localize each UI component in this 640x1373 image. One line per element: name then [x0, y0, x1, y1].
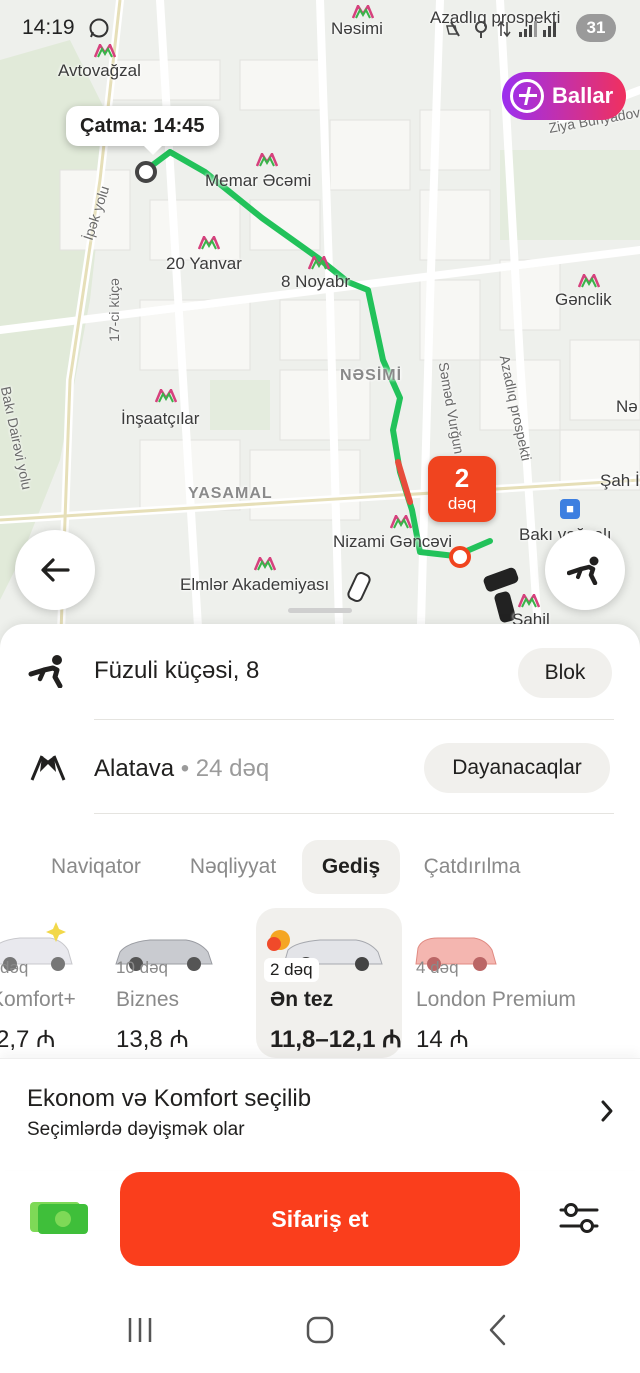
train-station-icon: ■: [560, 499, 580, 519]
settings-sliders-icon[interactable]: [558, 1200, 600, 1236]
tab-gedis[interactable]: Gediş: [302, 840, 400, 894]
divider: [94, 813, 614, 814]
destination-duration: • 24 dəq: [180, 755, 270, 782]
ballar-label: Ballar: [552, 83, 614, 108]
entrance-button[interactable]: Blok: [518, 648, 612, 698]
tab-naviqator[interactable]: Naviqator: [38, 840, 154, 894]
summary-title: Ekonom və Komfort seçilib: [27, 1085, 312, 1112]
tariff-price: 14 ₼: [416, 1026, 469, 1053]
back-nav-icon[interactable]: [478, 1310, 518, 1350]
map-label-sah: Şah İ: [600, 471, 640, 490]
chevron-right-icon: [601, 1100, 613, 1122]
signal-icons: [446, 20, 556, 38]
destination-name: Alatava: [94, 755, 175, 782]
map-label-insaatcilar: İnşaatçılar: [121, 409, 200, 428]
tab-catdirilma[interactable]: Çatdırılma: [412, 840, 532, 894]
destination-text: Alatava • 24 dəq: [94, 755, 269, 783]
destination-row[interactable]: Alatava • 24 dəq Dayanacaqlar: [0, 722, 640, 814]
tariff-time: dəq: [0, 958, 29, 977]
arrow-left-icon: [41, 558, 70, 582]
map-label-20-yanvar: 20 Yanvar: [166, 254, 242, 273]
pedestrian-icon: [567, 556, 599, 585]
tariff-time: 2 dəq: [264, 958, 319, 982]
tariff-price: 13,8 ₼: [116, 1026, 189, 1053]
map-label-genclik: Gənclik: [555, 290, 612, 309]
tariff-card-en-tez[interactable]: 2 dəq Ən tez 11,8–12,1 ₼: [256, 908, 402, 1058]
battery-indicator: 31: [576, 14, 616, 42]
order-row: Sifariş et: [0, 1170, 640, 1270]
map-label-nesimi-district: NƏSİMİ: [340, 367, 403, 384]
map-label-avtovagzal: Avtovağzal: [58, 61, 141, 80]
eta-unit: dəq: [447, 494, 477, 513]
tariff-price: 2,7 ₼: [0, 1026, 56, 1053]
pickup-address: Füzuli küçəsi, 8: [94, 657, 260, 684]
recents-icon[interactable]: [120, 1310, 160, 1350]
tariff-carousel[interactable]: dəq Komfort+ 2,7 ₼ 10 dəq Biznes 13,8 ₼ …: [0, 908, 640, 1058]
metro-icon: [390, 515, 412, 529]
pedestrian-icon: [28, 655, 63, 688]
ballar-button[interactable]: Ballar: [502, 72, 626, 120]
system-nav-bar: [0, 1290, 640, 1373]
tariff-card-komfort-plus[interactable]: dəq Komfort+ 2,7 ₼: [0, 908, 116, 1058]
metro-icon: [518, 594, 540, 608]
service-tabs: Naviqator Nəqliyyat Gediş Çatdırılma: [0, 840, 640, 894]
map-label-yasamal: YASAMAL: [188, 485, 273, 502]
map-label-ne: Nə: [616, 397, 638, 416]
metro-icon: [254, 557, 276, 571]
tab-neqliyyat[interactable]: Nəqliyyat: [176, 840, 290, 894]
cash-payment-icon[interactable]: [28, 1200, 90, 1236]
tariff-name: London Premium: [416, 988, 576, 1011]
summary-subtitle: Seçimlərdə dəyişmək olar: [27, 1119, 245, 1140]
order-button[interactable]: Sifariş et: [120, 1172, 520, 1266]
sheet-handle[interactable]: [288, 608, 352, 613]
pickup-address-row[interactable]: Füzuli küçəsi, 8 Blok: [0, 624, 640, 716]
eta-badge: 2 dəq: [428, 456, 496, 522]
metro-icon: [198, 236, 220, 250]
tariff-card-london-premium[interactable]: 4 dəq London Premium 14 ₼: [408, 908, 608, 1058]
stops-button[interactable]: Dayanacaqlar: [424, 743, 610, 793]
metro-icon: [578, 274, 600, 288]
tariff-card-biznes[interactable]: 10 dəq Biznes 13,8 ₼: [108, 908, 254, 1058]
selected-tariffs-summary[interactable]: Ekonom və Komfort seçilib Seçimlərdə dəy…: [0, 1058, 640, 1170]
tariff-name: Komfort+: [0, 988, 76, 1011]
back-button[interactable]: [15, 530, 95, 610]
map-label-8-noyabr: 8 Noyabr: [281, 272, 350, 291]
map-label-17-kuce: 17-ci küçə: [105, 278, 122, 342]
plus-circle-icon: [510, 79, 544, 113]
tariff-time: 4 dəq: [416, 958, 459, 977]
tariff-name: Biznes: [116, 988, 180, 1011]
metro-icon: [155, 389, 177, 403]
divider: [94, 719, 614, 720]
whatsapp-icon: [89, 18, 109, 38]
finish-flags-icon: [30, 755, 66, 781]
tariff-name: Ən tez: [270, 988, 334, 1011]
map-view[interactable]: ■ Nəsimi Azadlıq prospekti Avtovağzal Zi…: [0, 0, 640, 660]
pickup-time-pill: Çatma: 14:45: [66, 106, 219, 155]
home-icon[interactable]: [300, 1310, 340, 1350]
status-bar: 14:19 31: [0, 0, 640, 56]
tariff-price: 11,8–12,1 ₼: [270, 1026, 402, 1053]
tariff-time: 10 dəq: [116, 958, 168, 977]
order-sheet: Füzuli küçəsi, 8 Blok Alatava • 24 dəq D…: [0, 608, 640, 1373]
eta-value: 2: [454, 463, 470, 493]
map-label-memar: Memar Əcəmi: [205, 171, 312, 190]
map-label-elmler: Elmlər Akademiyası: [180, 575, 330, 594]
map-label-nizami: Nizami Gəncəvi: [333, 532, 453, 551]
status-time: 14:19: [22, 16, 75, 39]
metro-icon: [308, 256, 330, 270]
pickup-walk-button[interactable]: [545, 530, 625, 610]
metro-icon: [256, 153, 278, 167]
